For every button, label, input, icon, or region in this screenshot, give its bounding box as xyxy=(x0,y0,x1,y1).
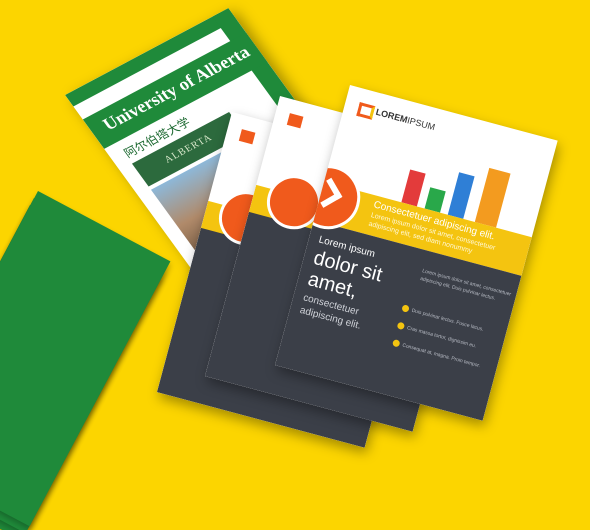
flyer-logo-text: LOREMIPSUM xyxy=(374,106,437,133)
logo-icon xyxy=(356,102,376,120)
chart-bar xyxy=(401,169,426,207)
chart-bar xyxy=(474,167,511,228)
brochure-stack-sheet xyxy=(0,191,171,527)
logo-icon xyxy=(238,129,256,145)
chart-bar xyxy=(447,172,475,219)
product-photo-scene: University of Alberta 阿尔伯塔大学 ALBERTA LOR… xyxy=(0,0,590,530)
logo-icon xyxy=(286,113,304,129)
